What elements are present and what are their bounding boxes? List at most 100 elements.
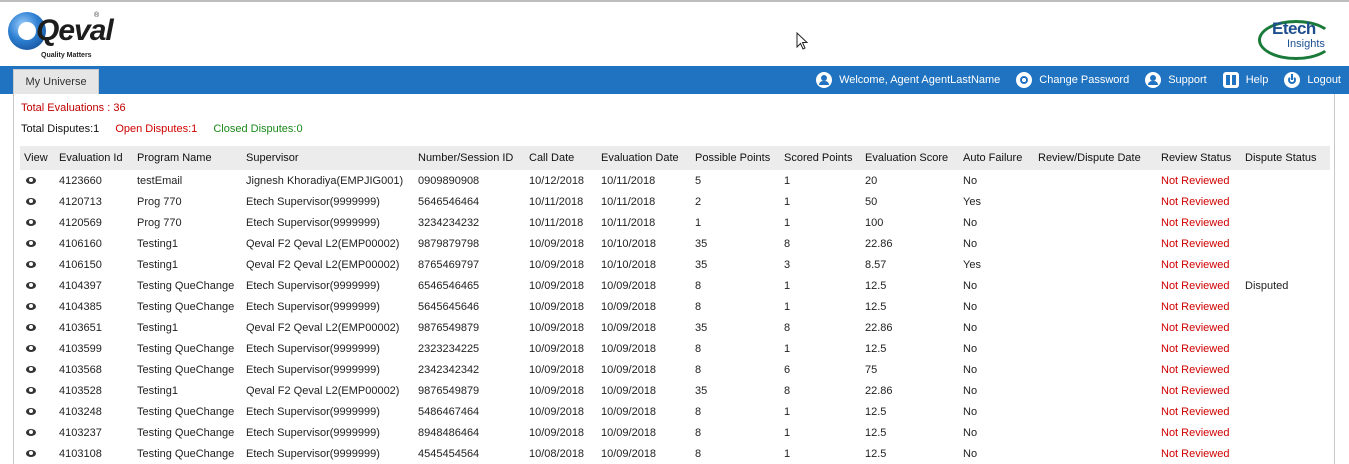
auto-failure-cell: Yes — [963, 195, 981, 208]
session-id-cell: 5645645646 — [418, 300, 480, 313]
scored-points-cell: 3 — [784, 258, 791, 271]
col-header-possible-points[interactable]: Possible Points — [691, 146, 780, 170]
program-name-cell: Prog 770 — [137, 216, 182, 229]
possible-points-cell: 35 — [695, 321, 708, 334]
possible-points-cell: 8 — [695, 342, 702, 355]
evaluation-score-cell: 50 — [865, 195, 878, 208]
review-dispute-date-cell — [1034, 422, 1157, 443]
eye-icon[interactable] — [26, 176, 36, 184]
col-header-evaluation-score[interactable]: Evaluation Score — [861, 146, 959, 170]
tab-my-universe[interactable]: My Universe — [13, 69, 99, 94]
col-header-number-session-id[interactable]: Number/Session ID — [414, 146, 525, 170]
possible-points-cell: 8 — [695, 447, 702, 460]
col-header-call-date[interactable]: Call Date — [525, 146, 597, 170]
eye-icon[interactable] — [26, 365, 36, 373]
col-header-supervisor[interactable]: Supervisor — [242, 146, 414, 170]
eye-icon[interactable] — [26, 239, 36, 247]
program-name-cell: Testing QueChange — [137, 363, 235, 376]
review-status-cell: Not Reviewed — [1161, 300, 1230, 313]
evaluation-date-cell: 10/10/2018 — [601, 237, 657, 250]
view-cell — [20, 443, 55, 464]
eye-icon[interactable] — [26, 302, 36, 310]
eye-icon[interactable] — [26, 407, 36, 415]
program-name-cell: Testing1 — [137, 258, 178, 271]
program-name-cell: testEmail — [137, 174, 183, 187]
nav-user-menu: Welcome, Agent AgentLastName Change Pass… — [800, 66, 1341, 94]
review-dispute-date-cell — [1034, 170, 1157, 191]
col-header-evaluation-date[interactable]: Evaluation Date — [597, 146, 691, 170]
total-disputes: Total Disputes:1 — [21, 123, 100, 135]
view-cell — [20, 380, 55, 401]
supervisor-cell: Etech Supervisor(9999999) — [246, 300, 380, 313]
review-status-cell: Not Reviewed — [1161, 426, 1230, 439]
possible-points-cell: 8 — [695, 363, 702, 376]
review-dispute-date-cell — [1034, 380, 1157, 401]
eye-icon[interactable] — [26, 428, 36, 436]
eye-icon[interactable] — [26, 386, 36, 394]
possible-points-cell: 8 — [695, 279, 702, 292]
support-link[interactable]: Support — [1145, 72, 1207, 88]
evaluation-date-cell: 10/09/2018 — [601, 342, 657, 355]
dispute-status-cell — [1241, 380, 1330, 401]
change-password-link[interactable]: Change Password — [1016, 72, 1129, 88]
evaluation-id-cell: 4120569 — [59, 216, 102, 229]
logout-label: Logout — [1307, 74, 1341, 86]
col-header-dispute-status[interactable]: Dispute Status — [1241, 146, 1330, 170]
evaluation-date-cell: 10/09/2018 — [601, 426, 657, 439]
auto-failure-cell: No — [963, 174, 978, 187]
review-dispute-date-cell — [1034, 296, 1157, 317]
qeval-logo-word: Qeval — [36, 14, 114, 47]
supervisor-cell: Etech Supervisor(9999999) — [246, 279, 380, 292]
supervisor-cell: Etech Supervisor(9999999) — [246, 405, 380, 418]
dispute-status-cell — [1241, 338, 1330, 359]
welcome-label: Welcome, Agent AgentLastName — [839, 74, 1001, 86]
scored-points-cell: 1 — [784, 342, 791, 355]
col-header-view: View — [24, 152, 48, 164]
table-header-row: View Evaluation Id Program Name Supervis… — [20, 146, 1330, 170]
supervisor-cell: Qeval F2 Qeval L2(EMP00002) — [246, 237, 400, 250]
table-row: 4106150 Testing1 Qeval F2 Qeval L2(EMP0000… — [20, 254, 1330, 275]
call-date-cell: 10/09/2018 — [529, 321, 585, 334]
evaluation-date-cell: 10/09/2018 — [601, 300, 657, 313]
supervisor-cell: Etech Supervisor(9999999) — [246, 216, 380, 229]
session-id-cell: 5646546464 — [418, 195, 480, 208]
eye-icon[interactable] — [26, 197, 36, 205]
supervisor-cell: Etech Supervisor(9999999) — [246, 363, 380, 376]
eye-icon[interactable] — [26, 344, 36, 352]
scored-points-cell: 6 — [784, 363, 791, 376]
col-header-review-status[interactable]: Review Status — [1157, 146, 1241, 170]
auto-failure-cell: No — [963, 342, 978, 355]
eye-icon[interactable] — [26, 449, 36, 457]
session-id-cell: 2342342342 — [418, 363, 480, 376]
dispute-status-cell — [1241, 401, 1330, 422]
mouse-cursor-icon — [796, 32, 808, 50]
help-link[interactable]: Help — [1222, 72, 1268, 88]
dispute-status-cell — [1241, 359, 1330, 380]
eye-icon[interactable] — [26, 218, 36, 226]
col-header-program-name[interactable]: Program Name — [133, 146, 242, 170]
table-row: 4104397 Testing QueChange Etech Supervisor… — [20, 275, 1330, 296]
eye-icon[interactable] — [26, 260, 36, 268]
call-date-cell: 10/11/2018 — [529, 195, 584, 208]
review-status-cell: Not Reviewed — [1161, 174, 1230, 187]
evaluations-table: View Evaluation Id Program Name Supervis… — [20, 146, 1330, 464]
eye-icon[interactable] — [26, 281, 36, 289]
col-header-evaluation-id[interactable]: Evaluation Id — [55, 146, 133, 170]
power-icon — [1284, 72, 1301, 88]
auto-failure-cell: No — [963, 300, 978, 313]
support-icon — [1145, 72, 1162, 88]
table-row: 4106160 Testing1 Qeval F2 Qeval L2(EMP0000… — [20, 233, 1330, 254]
call-date-cell: 10/08/2018 — [529, 447, 585, 460]
welcome-user[interactable]: Welcome, Agent AgentLastName — [816, 72, 1000, 88]
logout-link[interactable]: Logout — [1284, 72, 1341, 88]
evaluations-panel: Total Evaluations : 36 Total Disputes:1 … — [13, 94, 1335, 464]
review-status-cell: Not Reviewed — [1161, 195, 1230, 208]
col-header-scored-points[interactable]: Scored Points — [780, 146, 861, 170]
eye-icon[interactable] — [26, 323, 36, 331]
col-header-review-dispute-date[interactable]: Review/Dispute Date — [1034, 146, 1157, 170]
evaluation-score-cell: 22.86 — [865, 384, 893, 397]
col-header-auto-failure[interactable]: Auto Failure — [959, 146, 1034, 170]
evaluation-date-cell: 10/10/2018 — [601, 258, 657, 271]
session-id-cell: 4545454564 — [418, 447, 480, 460]
call-date-cell: 10/11/2018 — [529, 216, 584, 229]
